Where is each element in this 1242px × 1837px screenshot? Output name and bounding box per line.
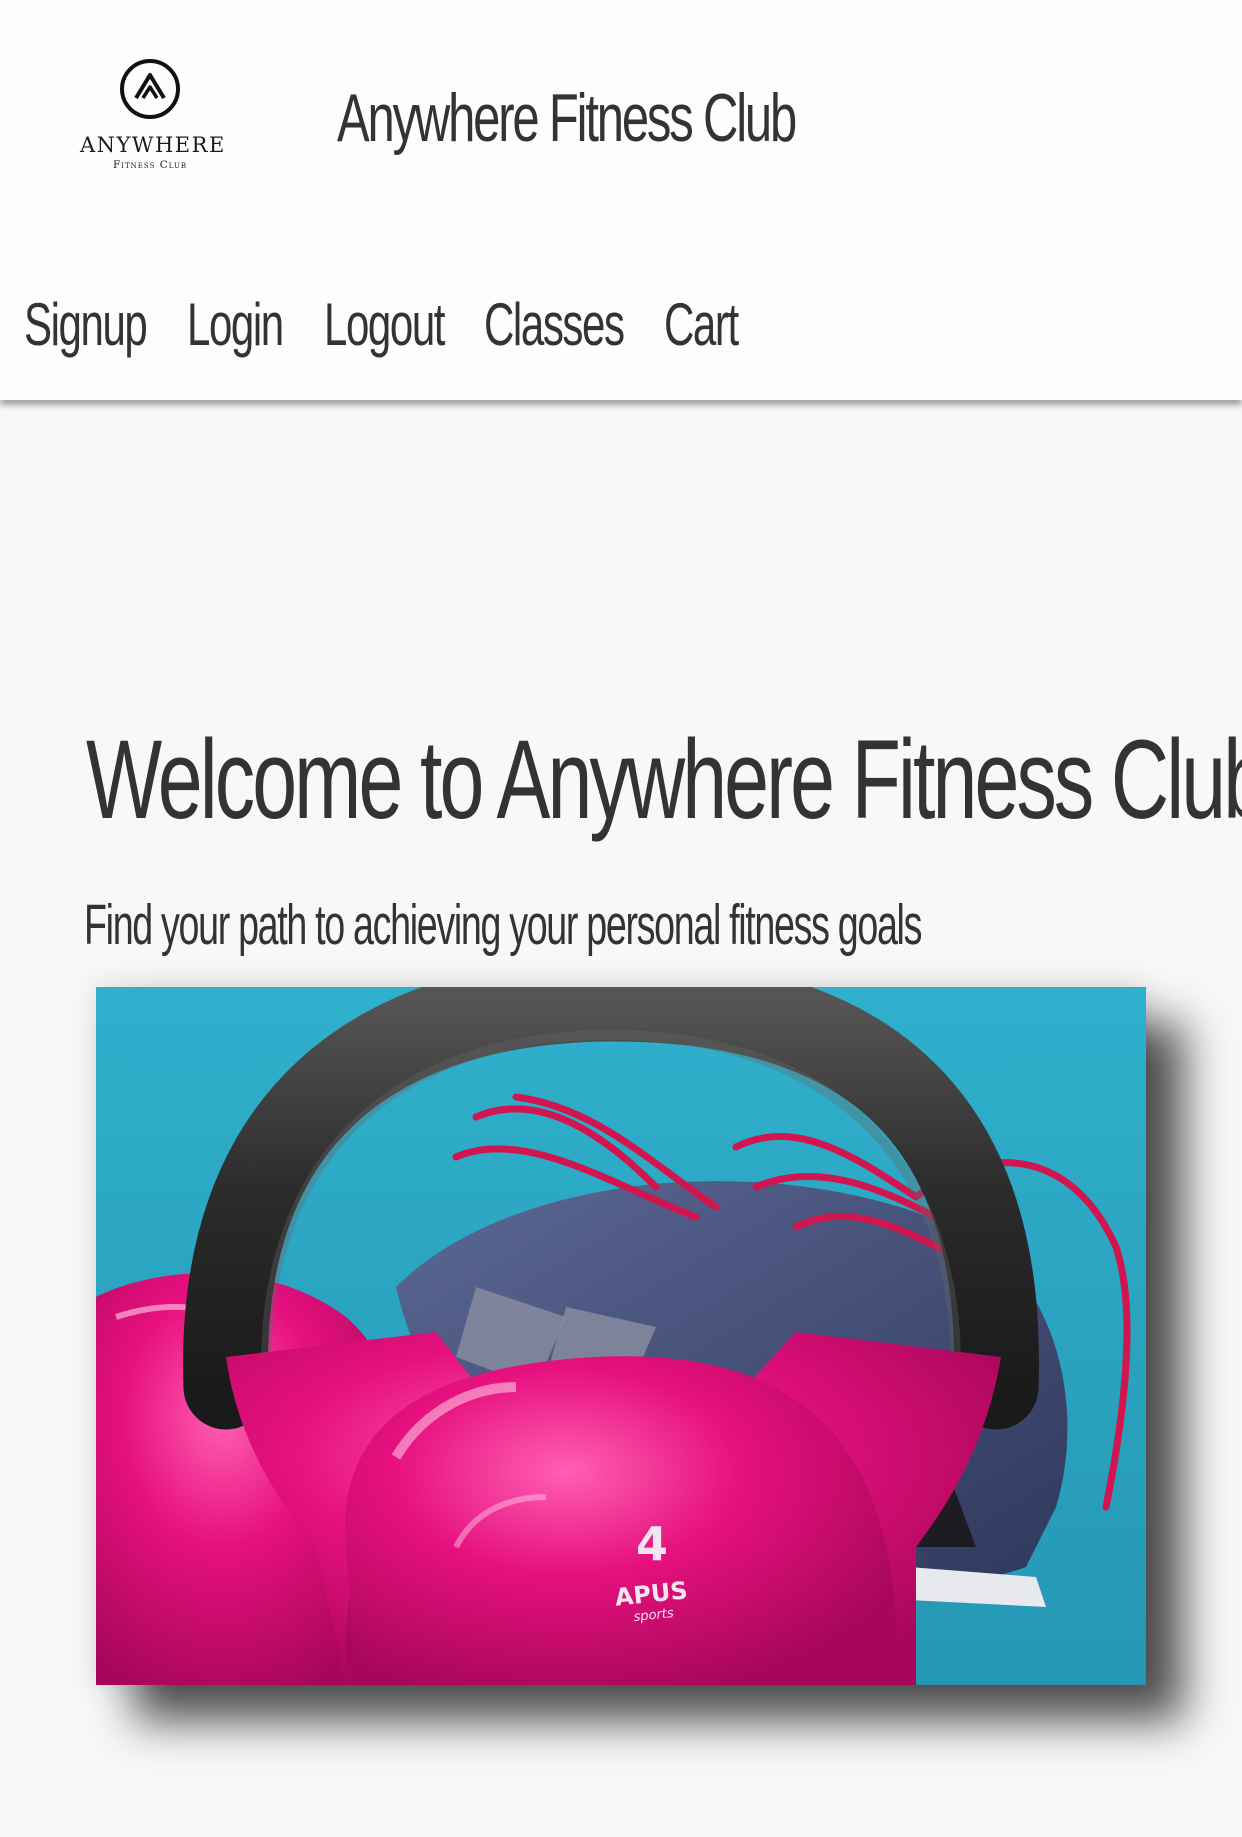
- hero-subtitle: Find your path to achieving your persona…: [84, 893, 922, 957]
- hero-image: 4 APUS sports: [96, 987, 1146, 1685]
- kettlebell-and-shoes-illustration: 4 APUS sports: [96, 987, 1146, 1685]
- nav-classes-link[interactable]: Classes: [484, 285, 625, 365]
- kettlebell-weight-label: 4: [636, 1517, 668, 1571]
- nav-logout-link[interactable]: Logout: [324, 285, 445, 365]
- logo-mark-icon: [120, 59, 180, 119]
- nav-login-link[interactable]: Login: [187, 285, 284, 365]
- logo[interactable]: ANYWHERE Fitness Club: [80, 58, 226, 178]
- logo-subtext: Fitness Club: [112, 159, 188, 171]
- logo-text: ANYWHERE: [80, 133, 226, 157]
- hero-title: Welcome to Anywhere Fitness Club: [86, 717, 1242, 842]
- site-title: Anywhere Fitness Club: [337, 80, 797, 156]
- top-header: ANYWHERE Fitness Club Anywhere Fitness C…: [0, 0, 1242, 400]
- nav-cart-link[interactable]: Cart: [664, 285, 739, 365]
- nav-signup-link[interactable]: Signup: [24, 285, 148, 365]
